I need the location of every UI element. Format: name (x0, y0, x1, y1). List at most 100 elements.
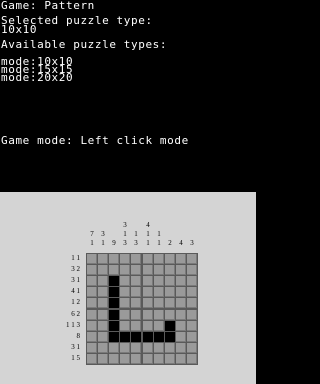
board-cell[interactable] (87, 276, 97, 286)
board-cell[interactable] (176, 310, 186, 320)
board-cell[interactable] (87, 343, 97, 353)
board-cell[interactable] (120, 254, 130, 264)
board-cell[interactable] (154, 332, 164, 342)
board-cell[interactable] (154, 354, 164, 364)
board-cell[interactable] (176, 354, 186, 364)
board-cell[interactable] (120, 287, 130, 297)
board-cell[interactable] (165, 254, 175, 264)
board-cell[interactable] (176, 332, 186, 342)
board-cell[interactable] (154, 298, 164, 308)
board-cell[interactable] (120, 321, 130, 331)
board-cell[interactable] (154, 276, 164, 286)
board-cell[interactable] (143, 321, 153, 331)
board-cell[interactable] (154, 287, 164, 297)
board-cell[interactable] (98, 265, 108, 275)
board-cell[interactable] (109, 343, 119, 353)
board-cell[interactable] (131, 343, 141, 353)
board-cell[interactable] (165, 354, 175, 364)
board-cell[interactable] (98, 287, 108, 297)
board-cell[interactable] (165, 332, 175, 342)
board-cell[interactable] (143, 354, 153, 364)
board-cell[interactable] (109, 287, 119, 297)
board-cell[interactable] (154, 343, 164, 353)
board-cell[interactable] (109, 276, 119, 286)
board-cell[interactable] (165, 343, 175, 353)
board-cell[interactable] (87, 321, 97, 331)
board-cell[interactable] (87, 287, 97, 297)
board-cell[interactable] (154, 265, 164, 275)
board-cell[interactable] (176, 265, 186, 275)
board-cell[interactable] (165, 310, 175, 320)
board-cell[interactable] (98, 298, 108, 308)
board-cell[interactable] (143, 287, 153, 297)
board-cell[interactable] (87, 332, 97, 342)
board-cell[interactable] (143, 265, 153, 275)
board-cell[interactable] (109, 265, 119, 275)
board-cell[interactable] (176, 287, 186, 297)
board-cell[interactable] (120, 343, 130, 353)
board-cell[interactable] (120, 265, 130, 275)
board-cell[interactable] (120, 354, 130, 364)
board-cell[interactable] (109, 298, 119, 308)
board-cell[interactable] (143, 343, 153, 353)
puzzle-board[interactable] (86, 253, 198, 365)
board-cell[interactable] (143, 310, 153, 320)
board-cell[interactable] (143, 298, 153, 308)
board-cell[interactable] (87, 265, 97, 275)
board-cell[interactable] (187, 265, 197, 275)
board-cell[interactable] (98, 254, 108, 264)
board-cell[interactable] (98, 354, 108, 364)
mode-option-20x20[interactable]: mode:20x20 (1, 72, 73, 83)
board-cell[interactable] (87, 354, 97, 364)
board-cell[interactable] (120, 298, 130, 308)
board-cell[interactable] (154, 321, 164, 331)
board-cell[interactable] (109, 354, 119, 364)
board-cell[interactable] (143, 332, 153, 342)
board-cell[interactable] (187, 276, 197, 286)
board-cell[interactable] (120, 310, 130, 320)
board-cell[interactable] (165, 265, 175, 275)
board-cell[interactable] (187, 310, 197, 320)
board-cell[interactable] (98, 343, 108, 353)
board-cell[interactable] (176, 276, 186, 286)
board-cell[interactable] (109, 332, 119, 342)
board-cell[interactable] (165, 276, 175, 286)
board-cell[interactable] (187, 332, 197, 342)
board-cell[interactable] (87, 310, 97, 320)
board-cell[interactable] (131, 254, 141, 264)
board-cell[interactable] (131, 265, 141, 275)
board-cell[interactable] (165, 321, 175, 331)
board-cell[interactable] (131, 276, 141, 286)
board-cell[interactable] (176, 343, 186, 353)
board-cell[interactable] (187, 354, 197, 364)
board-cell[interactable] (176, 254, 186, 264)
board-cell[interactable] (109, 321, 119, 331)
board-cell[interactable] (154, 310, 164, 320)
board-cell[interactable] (143, 254, 153, 264)
board-cell[interactable] (131, 298, 141, 308)
board-cell[interactable] (120, 276, 130, 286)
board-cell[interactable] (143, 276, 153, 286)
board-cell[interactable] (131, 354, 141, 364)
board-cell[interactable] (176, 321, 186, 331)
board-cell[interactable] (165, 287, 175, 297)
board-cell[interactable] (87, 298, 97, 308)
board-cell[interactable] (109, 254, 119, 264)
board-cell[interactable] (165, 298, 175, 308)
board-cell[interactable] (109, 310, 119, 320)
board-cell[interactable] (187, 343, 197, 353)
board-cell[interactable] (120, 332, 130, 342)
board-cell[interactable] (131, 287, 141, 297)
board-cell[interactable] (98, 332, 108, 342)
board-cell[interactable] (187, 254, 197, 264)
board-cell[interactable] (131, 332, 141, 342)
board-cell[interactable] (187, 321, 197, 331)
board-cell[interactable] (176, 298, 186, 308)
board-cell[interactable] (87, 254, 97, 264)
board-cell[interactable] (187, 298, 197, 308)
board-cell[interactable] (131, 310, 141, 320)
board-cell[interactable] (98, 276, 108, 286)
board-cell[interactable] (98, 310, 108, 320)
board-cell[interactable] (98, 321, 108, 331)
board-cell[interactable] (131, 321, 141, 331)
